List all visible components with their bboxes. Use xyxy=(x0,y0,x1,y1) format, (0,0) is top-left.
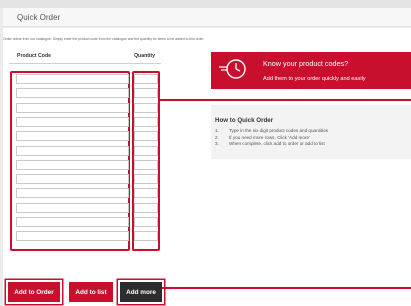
quantity-input[interactable] xyxy=(134,231,158,242)
product-code-input[interactable] xyxy=(16,131,129,142)
product-codes-banner: Know your product codes? Add them to you… xyxy=(211,52,411,89)
page-title: Quick Order xyxy=(17,13,61,22)
how-to-panel: How to Quick Order 1. Type in the six dig… xyxy=(211,105,411,159)
banner-title: Know your product codes? xyxy=(263,59,349,68)
how-to-step: 1. Type in the six digit product codes an… xyxy=(215,128,329,133)
product-code-input[interactable] xyxy=(16,88,129,99)
banner-subtitle: Add them to your order quickly and easil… xyxy=(263,76,366,82)
product-code-input[interactable] xyxy=(16,116,129,127)
add-more-button[interactable]: Add more xyxy=(120,282,162,302)
top-strip xyxy=(0,0,411,8)
page-header xyxy=(3,8,411,27)
quick-order-panel: Order online from our catalogue. Simply … xyxy=(3,28,411,306)
quantity-input[interactable] xyxy=(134,88,158,99)
how-to-step: 2. If you need more rows, Click 'Add more… xyxy=(215,134,310,140)
quantity-input[interactable] xyxy=(134,74,158,84)
quantity-input[interactable] xyxy=(134,159,158,170)
add-to-order-button[interactable]: Add to Order xyxy=(8,282,60,302)
quantity-header: Quantity xyxy=(134,53,156,59)
how-to-step: 3. When complete, click add to order or a… xyxy=(215,141,325,146)
quantity-input[interactable] xyxy=(134,131,158,142)
product-code-input[interactable] xyxy=(16,102,129,113)
callout-line-top xyxy=(160,99,411,101)
quantity-input[interactable] xyxy=(134,188,158,199)
product-code-input[interactable] xyxy=(16,188,129,199)
product-code-input[interactable] xyxy=(16,174,129,185)
callout-line-bottom xyxy=(162,287,411,289)
product-code-input[interactable] xyxy=(16,159,129,170)
intro-text: Order online from our catalogue. Simply … xyxy=(3,37,205,41)
quantity-input[interactable] xyxy=(134,202,158,213)
product-code-input[interactable] xyxy=(16,202,129,213)
quantity-input[interactable] xyxy=(134,116,158,127)
how-to-title: How to Quick Order xyxy=(215,117,274,124)
product-code-input[interactable] xyxy=(16,145,129,156)
product-code-input[interactable] xyxy=(16,74,129,84)
fast-clock-icon xyxy=(219,59,246,79)
product-code-header: Product Code xyxy=(17,53,52,59)
header-divider xyxy=(9,63,161,64)
product-code-input[interactable] xyxy=(16,217,129,227)
add-to-list-button[interactable]: Add to list xyxy=(69,282,113,302)
quantity-input[interactable] xyxy=(134,217,158,227)
quantity-input[interactable] xyxy=(134,102,158,113)
quantity-input[interactable] xyxy=(134,174,158,185)
quantity-input[interactable] xyxy=(134,145,158,156)
product-code-input[interactable] xyxy=(16,231,129,242)
